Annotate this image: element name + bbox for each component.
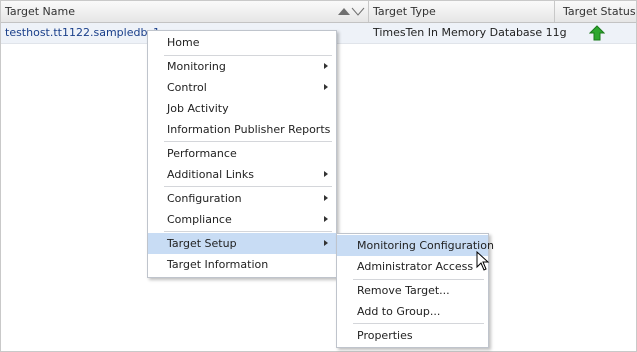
menu-separator [164, 231, 332, 232]
column-header-target-name[interactable]: Target Name [1, 1, 369, 22]
chevron-right-icon [324, 216, 328, 222]
menu-separator [353, 323, 484, 324]
submenu-item-add-to-group[interactable]: Add to Group... [337, 301, 488, 322]
sort-icon[interactable] [337, 7, 365, 16]
table-header: Target Name Target Type Target Status [1, 1, 636, 23]
column-label-target-name: Target Name [5, 5, 75, 18]
menu-item-target-setup[interactable]: Target Setup [148, 233, 336, 254]
menu-item-control[interactable]: Control [148, 77, 336, 98]
target-status-cell [555, 23, 636, 43]
menu-item-configuration[interactable]: Configuration [148, 188, 336, 209]
submenu-item-properties[interactable]: Properties [337, 325, 488, 346]
column-label-target-status: Target Status [563, 5, 636, 18]
column-label-target-type: Target Type [373, 5, 436, 18]
chevron-right-icon [324, 63, 328, 69]
menu-item-compliance[interactable]: Compliance [148, 209, 336, 230]
column-header-target-type[interactable]: Target Type [369, 1, 555, 22]
chevron-right-icon [324, 171, 328, 177]
menu-item-label: Home [167, 36, 200, 49]
target-type-cell: TimesTen In Memory Database 11g [373, 26, 567, 39]
submenu-item-label: Administrator Access [357, 260, 474, 273]
chevron-right-icon [324, 195, 328, 201]
menu-item-monitoring[interactable]: Monitoring [148, 56, 336, 77]
menu-separator [164, 141, 332, 142]
submenu-item-label: Add to Group... [357, 305, 441, 318]
target-setup-submenu: Monitoring Configuration Administrator A… [336, 233, 494, 348]
menu-item-label: Monitoring [167, 60, 226, 73]
menu-item-label: Information Publisher Reports [167, 123, 331, 136]
menu-item-label: Configuration [167, 192, 242, 205]
submenu-item-label: Remove Target... [357, 284, 450, 297]
menu-item-target-information[interactable]: Target Information [148, 254, 336, 275]
menu-item-additional-links[interactable]: Additional Links [148, 164, 336, 185]
column-header-target-status[interactable]: Target Status [555, 1, 636, 22]
menu-item-label: Additional Links [167, 168, 254, 181]
menu-item-label: Job Activity [167, 102, 229, 115]
menu-item-label: Performance [167, 147, 237, 160]
submenu-item-label: Monitoring Configuration [357, 239, 494, 252]
submenu-item-remove-target[interactable]: Remove Target... [337, 280, 488, 301]
menu-item-job-activity[interactable]: Job Activity [148, 98, 336, 119]
chevron-right-icon [324, 84, 328, 90]
menu-item-performance[interactable]: Performance [148, 143, 336, 164]
menu-item-information-publisher-reports[interactable]: Information Publisher Reports [148, 119, 336, 140]
menu-item-home[interactable]: Home [148, 32, 336, 53]
mouse-pointer-icon [476, 251, 490, 271]
context-menu: Home Monitoring Control Job Activity Inf… [147, 30, 337, 278]
menu-separator [164, 186, 332, 187]
menu-item-label: Target Information [167, 258, 269, 271]
menu-item-label: Target Setup [167, 237, 237, 250]
chevron-right-icon [324, 240, 328, 246]
submenu-item-administrator-access[interactable]: Administrator Access [337, 256, 488, 277]
menu-item-label: Control [167, 81, 207, 94]
status-up-arrow-icon [589, 25, 605, 41]
submenu-item-monitoring-configuration[interactable]: Monitoring Configuration [337, 235, 494, 256]
menu-item-label: Compliance [167, 213, 232, 226]
submenu-item-label: Properties [357, 329, 413, 342]
